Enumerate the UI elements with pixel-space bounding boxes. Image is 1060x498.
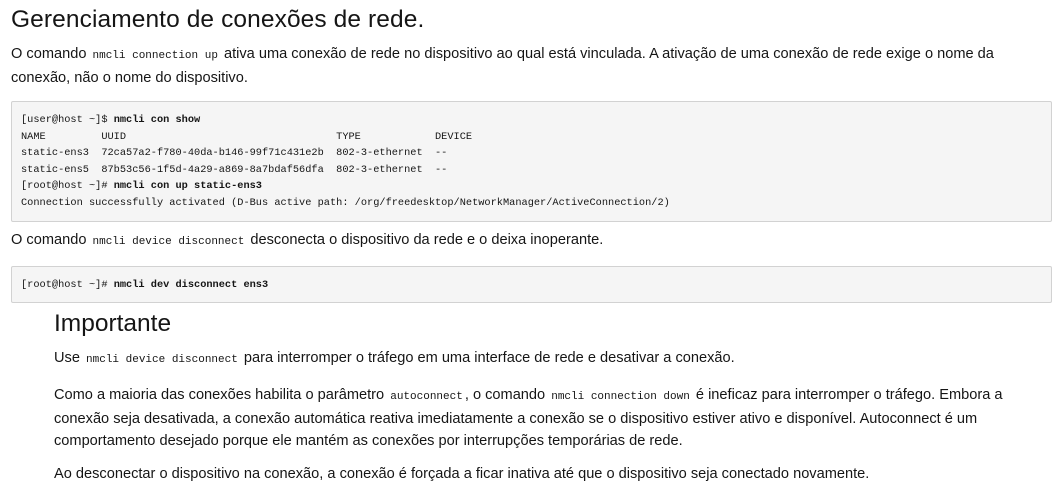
code-output-line: static-ens5 87b53c56-1f5d-4a29-a869-8a7b… (21, 163, 448, 176)
text-middle: , o comando (464, 387, 550, 403)
document-page: Gerenciamento de conexões de rede. O com… (0, 0, 1060, 498)
section-title: Gerenciamento de conexões de rede. (11, 6, 425, 33)
inline-code-connection-down: nmcli connection down (551, 391, 690, 403)
important-admonition: Importante Use nmcli device disconnect p… (54, 310, 1044, 482)
code-block-con-show[interactable]: [user@host ~]$ nmcli con show NAME UUID T… (11, 101, 1052, 222)
command: nmcli dev disconnect ens3 (113, 279, 269, 291)
admonition-paragraph-3: Ao desconectar o dispositivo na conexão,… (54, 466, 870, 482)
code-output-line: static-ens3 72ca57a2-f780-40da-b146-99f7… (21, 147, 448, 160)
prompt: [root@host ~]# (21, 279, 114, 291)
text-before: Use (54, 350, 85, 366)
text-before: Como a maioria das conexões habilita o p… (54, 387, 389, 403)
command: nmcli con up static-ens3 (113, 180, 262, 193)
admonition-paragraph-2: Como a maioria das conexões habilita o p… (54, 384, 1014, 452)
prompt: [root@host ~]# (21, 180, 114, 193)
code-output-line: Connection successfully activated (D-Bus… (21, 196, 670, 209)
text-after: desconecta o dispositivo da rede e o dei… (246, 232, 604, 248)
command: nmcli con show (113, 114, 201, 126)
code-line: [user@host ~]$ nmcli con show (21, 112, 1042, 129)
inline-code-autoconnect: autoconnect (390, 391, 463, 403)
code-line: [root@host ~]# nmcli con up static-ens3 (21, 178, 1042, 195)
inline-code: nmcli device disconnect (86, 354, 238, 366)
admonition-paragraph-1: Use nmcli device disconnect para interro… (54, 347, 1044, 371)
paragraph-device-disconnect: O comando nmcli device disconnect descon… (11, 229, 1046, 253)
paragraph-connection-up: O comando nmcli connection up ativa uma … (11, 43, 1046, 89)
inline-code: nmcli device disconnect (92, 236, 245, 248)
text-before: O comando (11, 46, 91, 62)
prompt: [user@host ~]$ (21, 114, 114, 126)
code-line: [root@host ~]# nmcli dev disconnect ens3 (21, 277, 1042, 294)
code-output-line: NAME UUID TYPE DEVICE (21, 130, 473, 143)
code-block-dev-disconnect[interactable]: [root@host ~]# nmcli dev disconnect ens3 (11, 266, 1052, 303)
text-after: para interromper o tráfego em uma interf… (239, 350, 735, 366)
inline-code: nmcli connection up (92, 50, 218, 62)
text-before: O comando (11, 232, 91, 248)
admonition-title: Importante (54, 310, 172, 337)
